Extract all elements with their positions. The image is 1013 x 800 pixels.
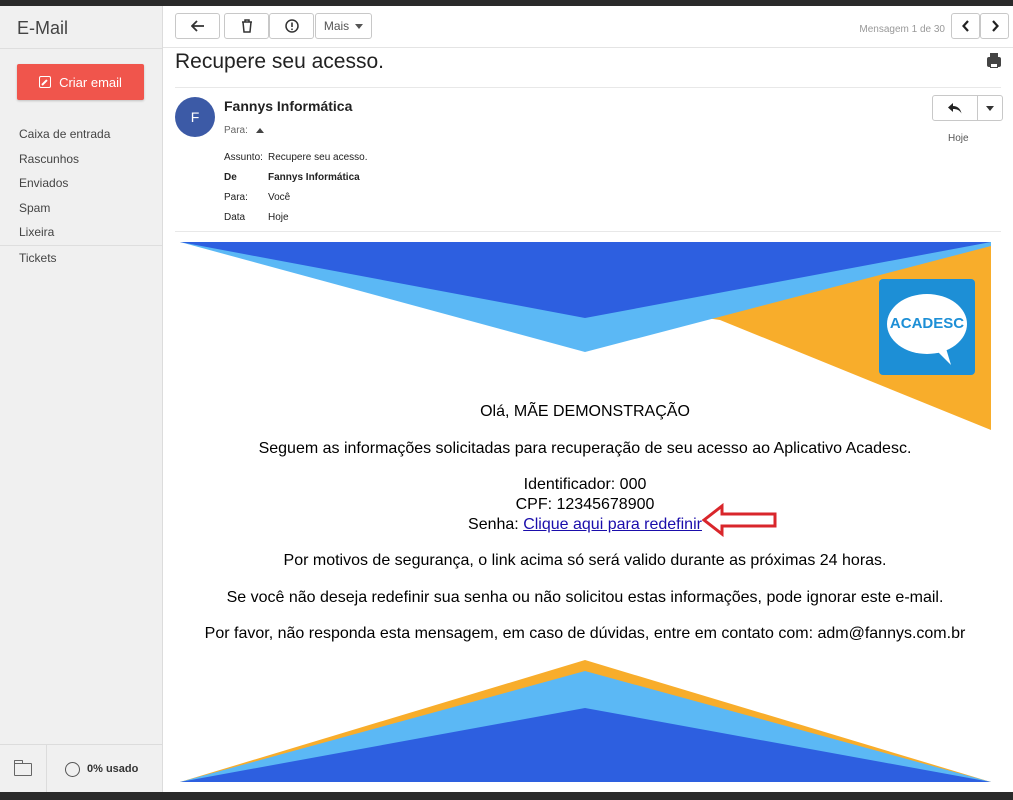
folder-inbox[interactable]: Caixa de entrada	[0, 122, 162, 147]
folder-icon	[13, 759, 32, 776]
message-view: Mais Mensagem 1 de 30 Recupere seu acess…	[163, 6, 1013, 792]
folder-list: Caixa de entrada Rascunhos Enviados Spam…	[0, 122, 162, 270]
password-line: Senha: Clique aqui para redefinir	[175, 516, 995, 534]
message-subject: Recupere seu acesso.	[175, 50, 384, 73]
details-divider	[175, 231, 1001, 232]
trash-icon	[241, 19, 252, 33]
header-divider	[175, 87, 1001, 88]
to-label: Para:	[224, 125, 248, 136]
window-bottom-edge	[0, 792, 1013, 800]
sidebar: E-Mail Criar email Caixa de entrada Rasc…	[0, 6, 163, 793]
compose-button[interactable]: Criar email	[17, 64, 144, 100]
detail-row-subject: Assunto: Recupere seu acesso.	[224, 152, 368, 172]
delete-button[interactable]	[224, 13, 269, 39]
chevron-down-icon	[986, 105, 994, 111]
sender-avatar: F	[175, 97, 215, 137]
email-body: ACADESC Olá, MÃE DEMONSTRAÇÃO Seguem as …	[175, 240, 1001, 785]
annotation-arrow-icon	[702, 503, 777, 537]
recipients-toggle[interactable]: Para:	[224, 125, 264, 136]
sidebar-footer: 0% usado	[0, 744, 162, 793]
detail-row-from: De Fannys Informática	[224, 172, 368, 192]
detail-value: Recupere seu acesso.	[268, 152, 368, 163]
arrow-left-icon	[190, 20, 204, 32]
usage-label: 0% usado	[87, 763, 139, 775]
folder-spam[interactable]: Spam	[0, 196, 162, 221]
chevron-down-icon	[355, 23, 364, 29]
reply-icon	[948, 102, 962, 113]
password-label: Senha:	[468, 516, 524, 533]
contact-note: Por favor, não responda esta mensagem, e…	[204, 625, 966, 642]
greeting: Olá, MÃE DEMONSTRAÇÃO	[480, 403, 690, 420]
print-icon[interactable]	[987, 53, 1001, 68]
detail-key: Assunto:	[224, 152, 263, 163]
detail-key: Data	[224, 212, 246, 223]
reply-button[interactable]	[933, 96, 978, 120]
compose-icon	[39, 76, 52, 88]
usage-ring-icon	[65, 761, 80, 777]
folder-drafts[interactable]: Rascunhos	[0, 147, 162, 172]
reply-button-group	[932, 95, 1003, 121]
chevron-right-icon	[991, 20, 999, 32]
message-counter: Mensagem 1 de 30	[859, 24, 945, 35]
folder-tickets[interactable]: Tickets	[0, 246, 162, 271]
acadesc-logo: ACADESC	[879, 279, 975, 375]
reset-password-link[interactable]: Clique aqui para redefinir	[523, 516, 702, 533]
detail-row-to: Para: Você	[224, 192, 368, 212]
detail-value: Hoje	[268, 212, 289, 223]
folder-divider	[0, 244, 162, 246]
detail-key: De	[224, 172, 237, 183]
alert-circle-icon	[284, 19, 299, 33]
intro-text: Seguem as informações solicitadas para r…	[258, 440, 912, 457]
folder-trash[interactable]: Lixeira	[0, 220, 162, 245]
identifier-text: Identificador: 000	[523, 476, 647, 493]
more-menu-button[interactable]: Mais	[315, 13, 372, 39]
back-button[interactable]	[175, 13, 220, 39]
cpf-text: CPF: 12345678900	[515, 496, 655, 513]
ignore-note: Se você não deseja redefinir sua senha o…	[226, 589, 944, 606]
app-title: E-Mail	[17, 18, 69, 38]
footer-banner	[180, 660, 991, 782]
previous-message-button[interactable]	[951, 13, 980, 39]
folder-sent[interactable]: Enviados	[0, 171, 162, 196]
next-message-button[interactable]	[980, 13, 1009, 39]
compose-label: Criar email	[59, 74, 122, 90]
message-details: Assunto: Recupere seu acesso. De Fannys …	[224, 152, 368, 232]
footer-dark-blue-shape	[180, 708, 991, 782]
sidebar-divider	[0, 48, 162, 49]
chevron-left-icon	[961, 20, 969, 32]
reply-options-button[interactable]	[978, 96, 1002, 120]
chevron-up-icon	[255, 128, 264, 133]
report-button[interactable]	[269, 13, 314, 39]
security-note: Por motivos de segurança, o link acima s…	[283, 552, 887, 569]
detail-value: Fannys Informática	[268, 172, 360, 183]
detail-key: Para:	[224, 192, 248, 203]
logo-text: ACADESC	[889, 315, 965, 332]
more-label: Mais	[323, 19, 350, 33]
manage-folders-button[interactable]	[0, 745, 47, 793]
detail-row-date: Data Hoje	[224, 212, 368, 232]
detail-value: Você	[268, 192, 291, 203]
storage-usage: 0% usado	[47, 745, 138, 793]
sender-name: Fannys Informática	[224, 98, 353, 114]
message-date: Hoje	[948, 133, 969, 144]
message-toolbar: Mais Mensagem 1 de 30	[163, 6, 1013, 48]
